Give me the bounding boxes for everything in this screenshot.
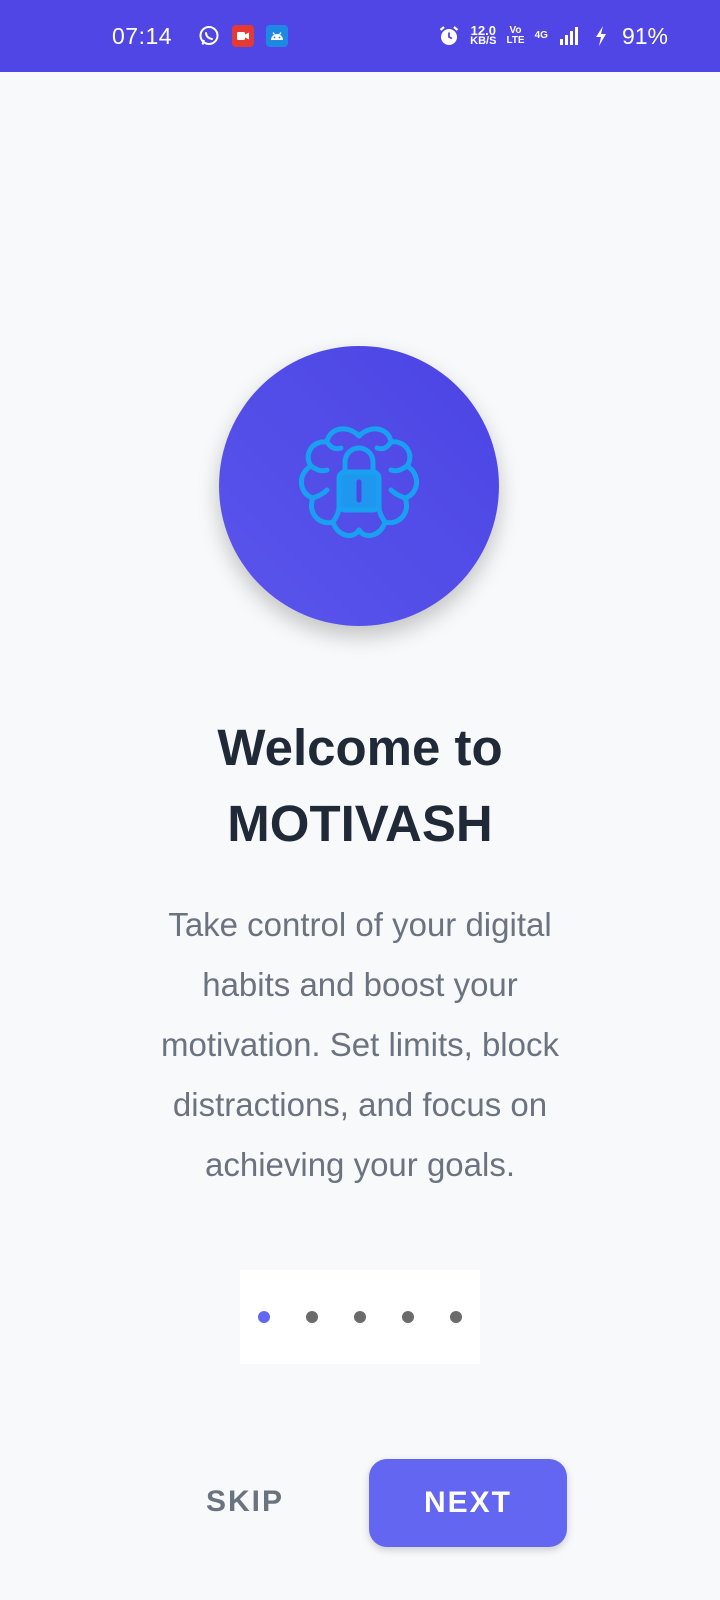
page-dot-4[interactable] — [402, 1311, 414, 1323]
volte-bottom: LTE — [506, 35, 525, 46]
whatsapp-icon — [198, 25, 220, 47]
hero-circle — [219, 346, 499, 626]
charging-icon — [590, 25, 612, 47]
skip-button[interactable]: SKIP — [185, 1462, 305, 1542]
page-title: Welcome to MOTIVASH — [0, 710, 720, 862]
brain-lock-icon — [289, 414, 429, 559]
onboarding-description: Take control of your digital habits and … — [161, 906, 559, 1183]
status-right: 12.0 KB/S Vo LTE 4G 91% — [438, 0, 668, 72]
alarm-icon — [438, 25, 460, 47]
page-dot-2[interactable] — [306, 1311, 318, 1323]
page-dot-5[interactable] — [450, 1311, 462, 1323]
page-indicator — [240, 1270, 480, 1364]
network-speed: 12.0 KB/S — [470, 24, 497, 47]
screen-recorder-icon — [232, 25, 255, 47]
status-left: 07:14 — [112, 0, 289, 72]
battery-level: 91% — [621, 22, 668, 49]
android-icon — [266, 25, 289, 47]
page-dot-3[interactable] — [354, 1311, 366, 1323]
network-speed-unit: KB/S — [470, 35, 497, 47]
next-button[interactable]: NEXT — [369, 1459, 567, 1547]
status-time: 07:14 — [112, 22, 173, 49]
status-bar: 07:14 12.0 KB/S Vo LTE 4G 91% — [0, 0, 720, 72]
title-line-2: MOTIVASH — [227, 795, 493, 852]
title-line-1: Welcome to — [217, 719, 503, 776]
volte-indicator: Vo LTE — [506, 26, 524, 46]
page-dot-1[interactable] — [258, 1311, 270, 1323]
network-type: 4G — [534, 30, 548, 41]
signal-icon — [558, 25, 580, 47]
